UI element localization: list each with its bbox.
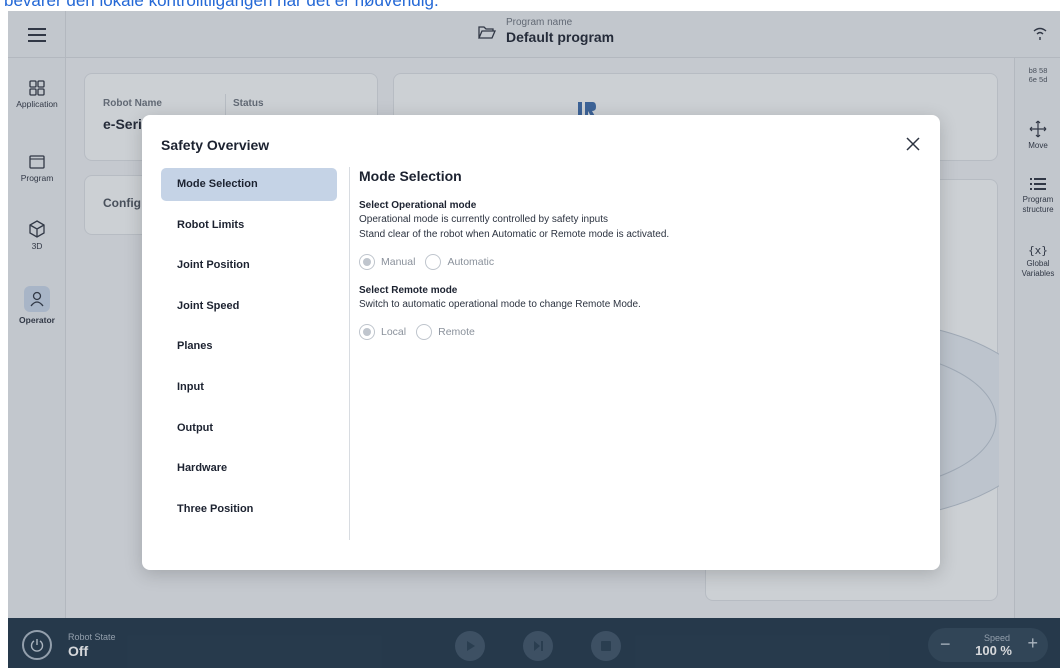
caption-text: bevarer den lokale kontrolltilgangen når…	[4, 0, 439, 10]
radio-remote[interactable]	[416, 324, 433, 340]
menu-item-hardware[interactable]: Hardware	[161, 452, 337, 485]
menu-item-joint-speed[interactable]: Joint Speed	[161, 290, 337, 323]
panel-heading: Mode Selection	[359, 168, 462, 184]
dialog-divider	[349, 167, 350, 540]
menu-item-joint-position[interactable]: Joint Position	[161, 249, 337, 282]
menu-item-input[interactable]: Input	[161, 371, 337, 404]
radio-automatic[interactable]	[425, 254, 442, 270]
operational-mode-radio-group: Manual Automatic	[359, 254, 919, 270]
remote-mode-text: Switch to automatic operational mode to …	[359, 299, 641, 310]
radio-remote-label: Remote	[438, 326, 475, 338]
menu-item-mode-selection[interactable]: Mode Selection	[161, 168, 337, 201]
close-icon[interactable]	[904, 135, 922, 153]
menu-item-three-position[interactable]: Three Position	[161, 493, 337, 526]
safety-overview-dialog: Safety Overview Mode Selection Robot Lim…	[142, 115, 940, 570]
app-window: Program name Default program Application…	[8, 11, 1060, 668]
radio-local[interactable]	[359, 324, 375, 340]
mode-selection-panel: Mode Selection Select Operational mode O…	[359, 167, 919, 340]
radio-manual-label: Manual	[381, 256, 416, 268]
safety-menu: Mode Selection Robot Limits Joint Positi…	[161, 168, 337, 533]
menu-item-output[interactable]: Output	[161, 412, 337, 445]
remote-mode-title: Select Remote mode	[359, 285, 458, 296]
operational-mode-title: Select Operational mode	[359, 200, 477, 211]
operational-mode-text-1: Operational mode is currently controlled…	[359, 214, 609, 225]
operational-mode-text-2: Stand clear of the robot when Automatic …	[359, 229, 670, 240]
remote-mode-radio-group: Local Remote	[359, 324, 919, 340]
radio-manual[interactable]	[359, 254, 375, 270]
menu-item-robot-limits[interactable]: Robot Limits	[161, 209, 337, 242]
dialog-title: Safety Overview	[161, 137, 270, 153]
radio-local-label: Local	[381, 326, 407, 338]
menu-item-planes[interactable]: Planes	[161, 330, 337, 363]
radio-automatic-label: Automatic	[447, 256, 495, 268]
